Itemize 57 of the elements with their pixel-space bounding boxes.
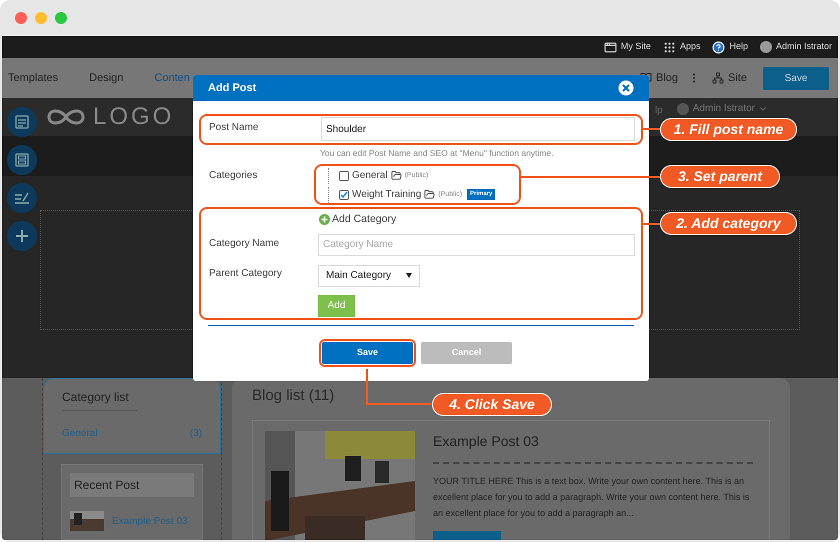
callout-label: 1. Fill post name xyxy=(660,118,797,141)
category-list-title: Category list xyxy=(62,388,137,411)
top-bar-link[interactable]: Apps xyxy=(680,40,700,54)
parent-category-label: Parent Category xyxy=(209,266,283,280)
category-checkbox[interactable] xyxy=(339,170,349,181)
dialog-title: Add Post xyxy=(208,80,256,96)
toolbar-link[interactable]: Blog xyxy=(656,70,678,86)
callout-label: 4. Click Save xyxy=(432,393,552,416)
callout-label: 2. Add category xyxy=(660,212,797,235)
top-bar-link[interactable]: Admin Istrator xyxy=(776,40,832,54)
category-checkbox[interactable] xyxy=(339,190,349,200)
top-bar-link[interactable]: My Site xyxy=(620,40,651,54)
category-name-label: Category Name xyxy=(209,236,280,250)
folder-icon xyxy=(424,189,436,200)
floppy-icon xyxy=(15,153,29,167)
parent-category-select[interactable]: Main Category xyxy=(318,264,420,286)
avatar-icon xyxy=(760,41,772,53)
avatar-icon xyxy=(676,103,689,115)
add-button[interactable]: Add xyxy=(318,294,355,316)
category-name-input[interactable]: Category Name xyxy=(318,234,635,256)
plus-icon xyxy=(15,229,29,243)
categories-label: Categories xyxy=(208,168,258,183)
callout-label: 3. Set parent xyxy=(660,165,780,188)
plus-circle-icon xyxy=(319,214,330,226)
leader-line xyxy=(366,369,433,405)
add-category-link[interactable]: Add Category xyxy=(332,212,396,228)
cancel-button[interactable]: Cancel xyxy=(421,342,512,364)
category-name: Weight Training xyxy=(352,188,422,202)
partial-link[interactable]: lp xyxy=(654,103,663,118)
save-button[interactable]: Save xyxy=(763,66,829,90)
category-count: (3) xyxy=(190,427,202,441)
grid-icon xyxy=(662,40,676,54)
logo-text: LOGO xyxy=(93,102,174,132)
post-title: Example Post 03 xyxy=(433,430,753,464)
blog-list-title: Blog list (11) xyxy=(252,386,334,406)
edit-lines-icon xyxy=(14,191,30,205)
category-name: General xyxy=(352,169,388,184)
toolbar-tab[interactable]: Design xyxy=(89,70,124,86)
post-name-hint: You can edit Post Name and SEO at "Menu" function anytime. xyxy=(320,147,554,160)
save-button[interactable]: Save xyxy=(322,342,413,364)
infinity-logo-icon xyxy=(45,107,87,127)
post-name-input[interactable]: Shoulder xyxy=(321,117,635,141)
toolbar-tab[interactable]: Templates xyxy=(8,70,58,86)
sitemap-icon xyxy=(712,72,724,84)
close-icon[interactable] xyxy=(618,80,634,96)
post-name-label: Post Name xyxy=(209,121,260,135)
window-icon xyxy=(604,40,617,54)
recent-post-title: Recent Post xyxy=(70,473,194,497)
caret-icon xyxy=(406,273,412,278)
help-icon xyxy=(712,40,726,54)
folder-icon xyxy=(390,170,402,182)
user-name[interactable]: Admin Istrator xyxy=(692,103,755,115)
toolbar-tab[interactable]: Conten xyxy=(154,70,190,86)
form-icon xyxy=(15,115,29,129)
toolbar-link[interactable]: Site xyxy=(728,70,747,86)
post-excerpt: YOUR TITLE HERE This is a text box. Write your own content here. This is an excellent place for you to add a paragraph. Write your own content here. This is an excellent place for you to add a paragraph an... xyxy=(433,474,750,520)
top-bar-link[interactable]: Help xyxy=(729,40,748,54)
